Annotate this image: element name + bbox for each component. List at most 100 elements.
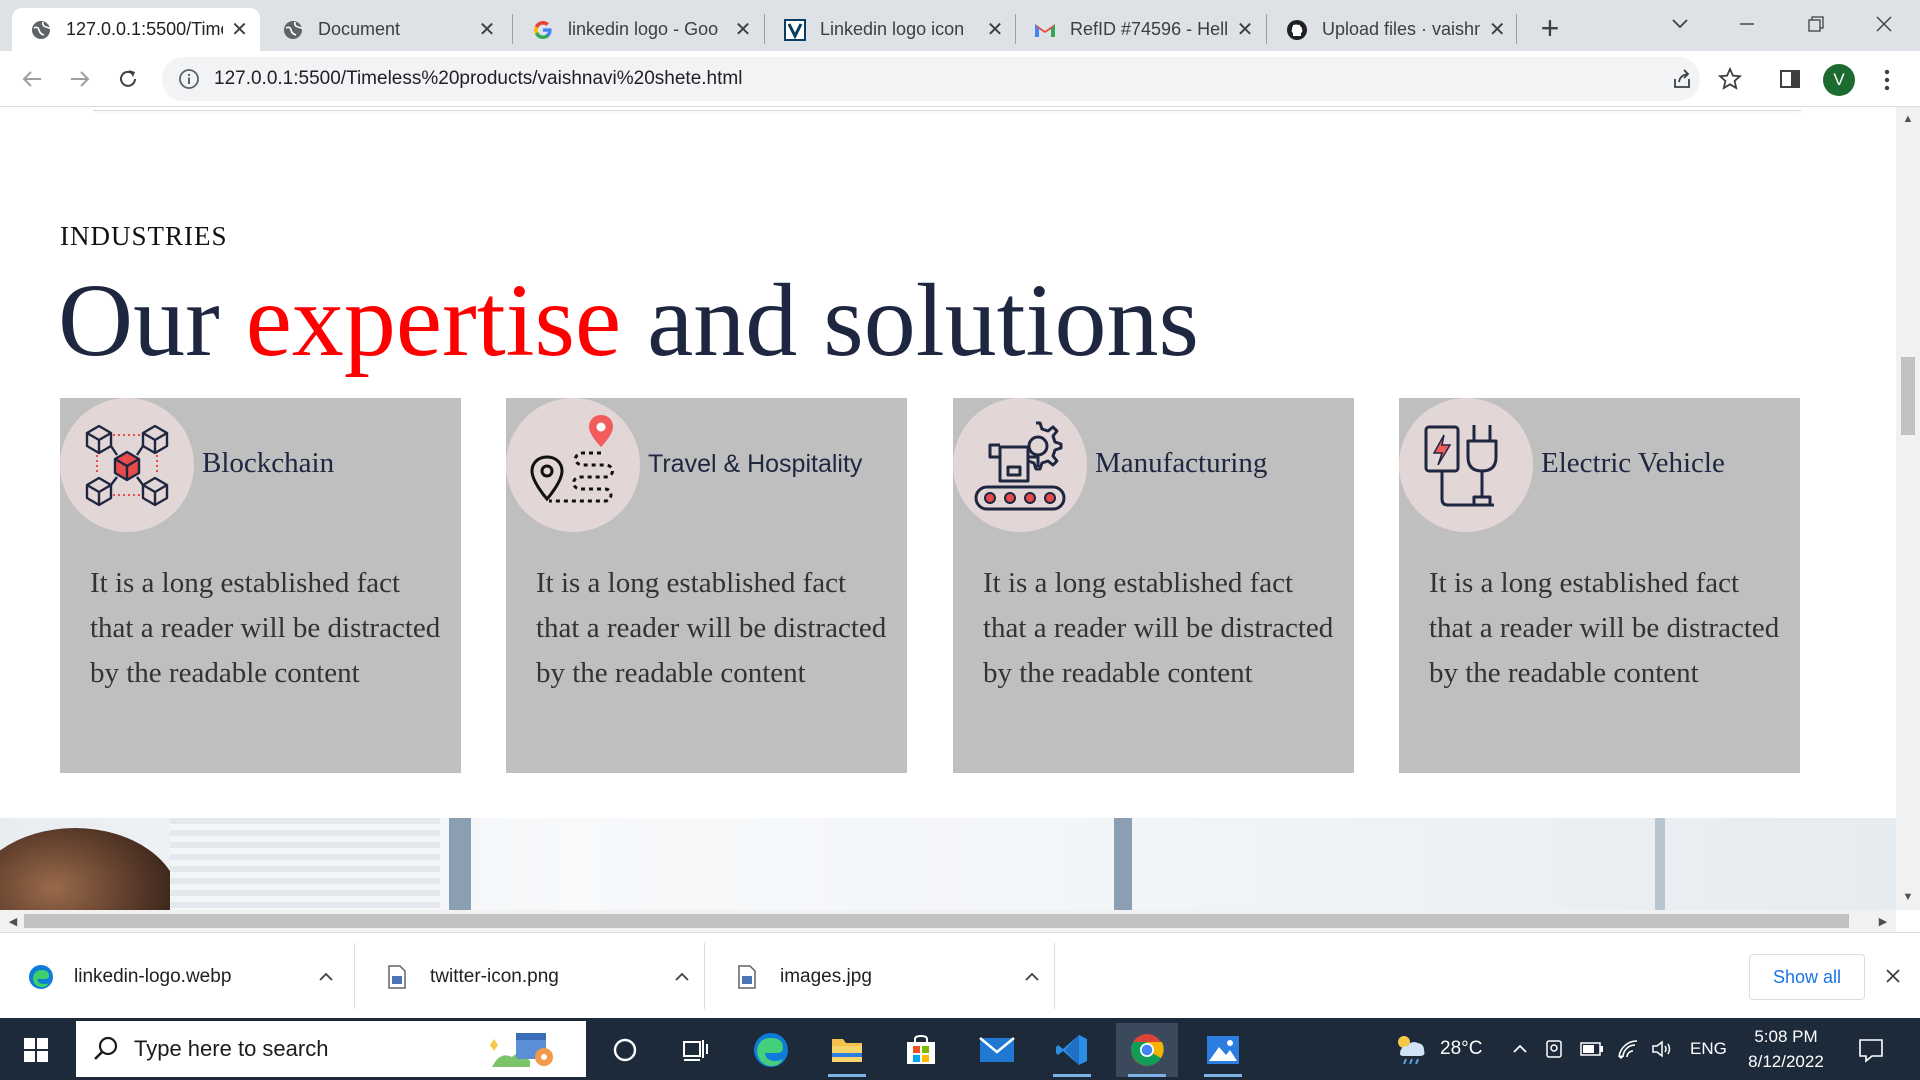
minimize-button[interactable]	[1727, 6, 1767, 42]
globe-icon	[282, 19, 304, 41]
minimize-icon	[1740, 23, 1754, 25]
scroll-down-arrow-icon[interactable]: ▼	[1896, 887, 1920, 907]
download-separator	[704, 943, 705, 1009]
horizontal-scrollbar[interactable]: ◀ ▶	[0, 910, 1896, 932]
edge-icon[interactable]	[740, 1023, 802, 1077]
battery-status[interactable]	[1580, 1018, 1604, 1080]
scroll-up-arrow-icon[interactable]: ▲	[1896, 109, 1920, 129]
battery-icon	[1580, 1042, 1603, 1056]
weather-cloud-rain-icon	[1398, 1036, 1425, 1065]
info-icon[interactable]	[178, 68, 200, 90]
back-button[interactable]	[13, 60, 51, 98]
url-text[interactable]: 127.0.0.1:5500/Timeless%20products/vaish…	[214, 68, 742, 90]
network-status[interactable]	[1617, 1018, 1639, 1080]
weather-widget[interactable]: 28°C	[1392, 1018, 1482, 1080]
browser-tab-1[interactable]: 127.0.0.1:5500/Time ✕	[12, 8, 260, 51]
browser-tab-5[interactable]: RefID #74596 - Hell ✕	[1016, 8, 1266, 51]
tab-close-icon[interactable]: ✕	[984, 19, 1006, 41]
photo-window-blinds	[170, 818, 440, 910]
photo-window-frame	[449, 818, 471, 910]
download-item[interactable]: images.jpg	[706, 946, 1056, 1008]
meet-now-button[interactable]	[1544, 1018, 1564, 1080]
section-headline: Our expertise and solutions	[58, 253, 1199, 388]
browser-tab-3[interactable]: linkedin logo - Goo ✕	[514, 8, 764, 51]
address-bar[interactable]: 127.0.0.1:5500/Timeless%20products/vaish…	[162, 57, 1700, 101]
page-viewport: INDUSTRIES Our expertise and solutions B…	[0, 107, 1896, 910]
mail-icon[interactable]	[966, 1023, 1028, 1077]
hero-photo	[0, 818, 1896, 910]
tab-title: RefID #74596 - Hell	[1070, 19, 1229, 39]
vertical-scroll-thumb[interactable]	[1901, 357, 1915, 435]
scroll-left-arrow-icon[interactable]: ◀	[2, 910, 24, 932]
download-item[interactable]: twitter-icon.png	[356, 946, 706, 1008]
taskbar-clock[interactable]: 5:08 PM 8/12/2022	[1736, 1024, 1836, 1074]
start-button[interactable]	[12, 1030, 60, 1070]
arrow-right-icon	[71, 71, 90, 87]
input-language[interactable]: ENG	[1690, 1018, 1727, 1080]
chrome-icon[interactable]	[1116, 1023, 1178, 1077]
section-divider	[93, 110, 1801, 111]
photos-icon[interactable]	[1192, 1023, 1254, 1077]
browser-tab-2[interactable]: Document ✕	[264, 8, 508, 51]
download-filename: linkedin-logo.webp	[74, 966, 232, 987]
card-title: Travel & Hospitality	[648, 450, 863, 478]
volume-control[interactable]	[1651, 1018, 1675, 1080]
tab-search-button[interactable]	[1660, 6, 1700, 42]
download-item[interactable]: linkedin-logo.webp	[0, 946, 350, 1008]
windows-taskbar: Type here to search 28°C ENG 5:08 PM 8/1…	[0, 1018, 1920, 1080]
arrow-left-icon	[22, 71, 41, 87]
vectorstock-icon	[784, 18, 806, 41]
close-download-shelf-button[interactable]	[1877, 959, 1909, 993]
industry-card-blockchain: Blockchain It is a long established fact…	[60, 398, 461, 773]
photo-window-frame	[1655, 818, 1665, 910]
bookmark-button[interactable]	[1711, 60, 1749, 98]
chevron-up-icon[interactable]	[668, 963, 696, 991]
industry-card-travel-hospitality: Travel & Hospitality It is a long establ…	[506, 398, 907, 773]
tab-title: Document	[318, 19, 401, 39]
notification-center-button[interactable]	[1854, 1033, 1888, 1067]
vertical-scrollbar[interactable]: ▲ ▼	[1896, 107, 1920, 910]
browser-menu-button[interactable]	[1872, 64, 1902, 96]
tab-close-icon[interactable]: ✕	[229, 19, 250, 41]
reload-button[interactable]	[109, 60, 147, 98]
search-placeholder: Type here to search	[134, 1036, 329, 1061]
tab-close-icon[interactable]: ✕	[1486, 19, 1508, 41]
cortana-icon[interactable]	[594, 1023, 656, 1077]
side-panel-button[interactable]	[1771, 60, 1809, 98]
vscode-icon[interactable]	[1041, 1023, 1103, 1077]
forward-button[interactable]	[61, 60, 99, 98]
card-text: It is a long established fact that a rea…	[1429, 567, 1780, 689]
chevron-up-icon[interactable]	[312, 963, 340, 991]
share-button[interactable]	[1663, 60, 1701, 98]
taskbar-search-box[interactable]: Type here to search	[76, 1021, 586, 1077]
ev-charging-plug-icon	[1399, 398, 1533, 532]
tab-close-icon[interactable]: ✕	[732, 19, 754, 41]
horizontal-scroll-thumb[interactable]	[24, 914, 1849, 928]
tab-close-icon[interactable]: ✕	[1234, 19, 1256, 41]
clock-date: 8/12/2022	[1748, 1052, 1824, 1071]
restore-button[interactable]	[1796, 6, 1836, 42]
scroll-right-arrow-icon[interactable]: ▶	[1872, 910, 1894, 932]
chevron-up-icon[interactable]	[1018, 963, 1046, 991]
profile-avatar[interactable]: V	[1823, 64, 1855, 96]
browser-tab-4[interactable]: Linkedin logo icon ✕	[766, 8, 1016, 51]
microsoft-store-icon[interactable]	[890, 1023, 952, 1077]
tray-overflow-button[interactable]	[1512, 1018, 1528, 1080]
windows-logo-icon	[24, 1038, 48, 1062]
task-view-icon[interactable]	[664, 1023, 726, 1077]
card-text: It is a long established fact that a rea…	[90, 567, 441, 689]
search-highlight-illustration	[490, 1033, 553, 1067]
chevron-down-icon	[1672, 19, 1688, 29]
tab-close-icon[interactable]: ✕	[476, 19, 498, 41]
photo-person	[0, 828, 180, 910]
notification-icon	[1859, 1039, 1883, 1063]
new-tab-button[interactable]: +	[1532, 10, 1568, 46]
download-filename: twitter-icon.png	[430, 966, 559, 987]
close-window-button[interactable]	[1864, 6, 1904, 42]
browser-tab-6[interactable]: Upload files · vaishn ✕	[1268, 8, 1518, 51]
file-explorer-icon[interactable]	[816, 1023, 878, 1077]
show-all-downloads-button[interactable]: Show all	[1749, 954, 1865, 1000]
travel-route-pin-icon	[506, 398, 640, 532]
tab-separator	[512, 14, 513, 44]
download-shelf: linkedin-logo.webp twitter-icon.png imag…	[0, 932, 1920, 1018]
